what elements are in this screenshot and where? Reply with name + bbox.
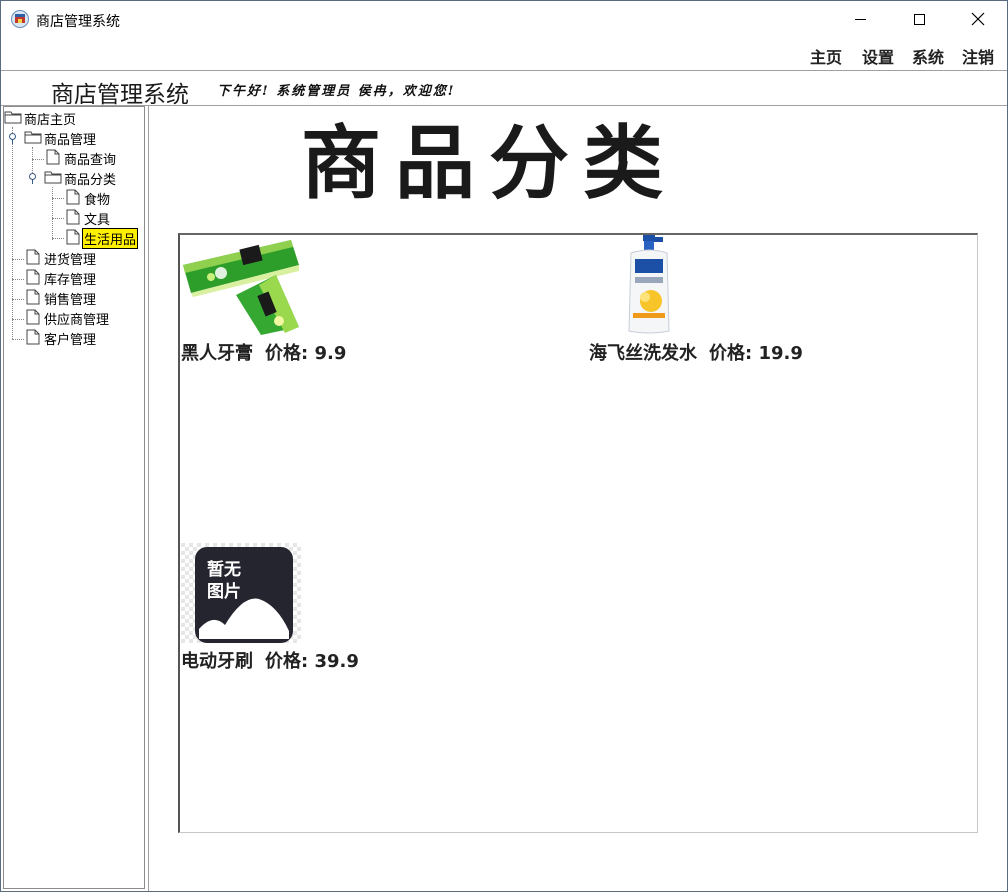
main-window: 商店管理系统 主页 设置 系统 注销 商店管理系统 下午好! 系统管理员 侯冉，…: [0, 0, 1008, 892]
document-icon: [26, 289, 40, 305]
product-card[interactable]: 海飞丝洗发水 价格: 19.9: [589, 235, 889, 365]
menu-settings[interactable]: 设置: [862, 44, 894, 68]
shampoo-bottle-image: [628, 235, 670, 334]
tree-guide-line: [12, 259, 24, 260]
category-page-title: 商品分类: [301, 116, 677, 210]
tree-guide-line: [12, 279, 24, 280]
close-button[interactable]: [949, 1, 1007, 37]
menu-system[interactable]: 系统: [912, 44, 944, 68]
product-name: 电动牙刷: [181, 651, 253, 672]
banner-title: 商店管理系统: [51, 82, 189, 108]
tree-node-sales-management[interactable]: 销售管理: [24, 288, 142, 308]
no-image-placeholder-icon: 暂无 图片: [181, 543, 301, 643]
product-price: 价格: 19.9: [709, 343, 803, 364]
product-caption: 黑人牙膏 价格: 9.9: [181, 339, 346, 365]
toothpaste-image: [183, 240, 299, 335]
document-icon: [66, 209, 80, 225]
window-title: 商店管理系统: [36, 14, 120, 30]
tree-node-label: 商品查询: [64, 153, 117, 168]
folder-open-icon: [24, 131, 42, 144]
greeting-text: 下午好! 系统管理员 侯冉，欢迎您!: [217, 84, 456, 99]
tree-node-label: 商品管理: [44, 133, 97, 148]
product-card[interactable]: 黑人牙膏 价格: 9.9: [181, 235, 481, 365]
tree-node-label: 客户管理: [44, 333, 97, 348]
tree-node-label: 供应商管理: [44, 313, 110, 328]
tree-node-goods-category[interactable]: 商品分类: [42, 168, 142, 188]
minimize-button[interactable]: [831, 1, 889, 37]
placeholder-text-line2: 图片: [207, 581, 241, 602]
product-name: 海飞丝洗发水: [589, 343, 697, 364]
tree-node-stock-management[interactable]: 库存管理: [24, 268, 142, 288]
shop-app-icon: [11, 10, 29, 28]
product-card[interactable]: 暂无 图片 电动牙刷 价格: 39.9: [181, 543, 481, 673]
document-icon: [26, 249, 40, 265]
document-icon: [26, 329, 40, 345]
tree-node-supplier-management[interactable]: 供应商管理: [24, 308, 142, 328]
tree-node-label: 商品分类: [64, 173, 117, 188]
product-caption: 电动牙刷 价格: 39.9: [181, 647, 359, 673]
placeholder-text-line1: 暂无: [207, 559, 241, 580]
tree-guide-line: [12, 299, 24, 300]
navigation-tree: 商店主页 商品管理 商品查询 商品分类 食物 文具 生活用品 进货管理 库存管理…: [3, 106, 145, 889]
tree-node-category-stationery[interactable]: 文具: [64, 208, 142, 228]
expand-toggle-stem: [32, 179, 33, 184]
menu-home[interactable]: 主页: [810, 44, 842, 68]
document-icon: [66, 189, 80, 205]
tree-guide-line: [52, 198, 64, 199]
title-bar: 商店管理系统: [1, 1, 1007, 37]
close-icon: [971, 12, 985, 26]
tree-node-label: 销售管理: [44, 293, 97, 308]
folder-open-icon: [44, 171, 62, 184]
tree-guide-line: [12, 127, 13, 339]
menu-logout[interactable]: 注销: [962, 44, 994, 68]
tree-node-label: 商店主页: [24, 113, 77, 128]
maximize-button[interactable]: [890, 1, 948, 37]
tree-guide-line: [52, 218, 64, 219]
product-caption: 海飞丝洗发水 价格: 19.9: [589, 339, 803, 365]
product-price: 价格: 9.9: [265, 343, 347, 364]
tree-guide-line: [52, 187, 53, 240]
tree-guide-line: [12, 319, 24, 320]
tree-node-label: 进货管理: [44, 253, 97, 268]
product-price: 价格: 39.9: [265, 651, 359, 672]
header-banner: 商店管理系统 下午好! 系统管理员 侯冉，欢迎您!: [1, 71, 1007, 108]
product-name: 黑人牙膏: [181, 343, 253, 364]
menu-bar: 主页 设置 系统 注销: [1, 37, 1007, 71]
tree-node-label: 文具: [84, 213, 111, 228]
tree-node-goods-management[interactable]: 商品管理: [22, 128, 142, 148]
document-icon: [46, 149, 60, 165]
document-icon: [26, 269, 40, 285]
tree-node-customer-management[interactable]: 客户管理: [24, 328, 142, 348]
document-icon: [26, 309, 40, 325]
tree-node-purchase-management[interactable]: 进货管理: [24, 248, 142, 268]
expand-toggle-stem: [12, 139, 13, 144]
tree-node-label: 库存管理: [44, 273, 97, 288]
tree-node-label: 食物: [84, 193, 111, 208]
tree-node-label: 生活用品: [82, 228, 139, 249]
tree-node-root[interactable]: 商店主页: [4, 108, 142, 128]
split-divider[interactable]: [148, 106, 149, 891]
folder-open-icon: [4, 111, 22, 124]
tree-node-goods-query[interactable]: 商品查询: [44, 148, 142, 168]
tree-node-category-daily-selected[interactable]: 生活用品: [64, 228, 142, 249]
document-icon: [66, 229, 80, 245]
tree-node-category-food[interactable]: 食物: [64, 188, 142, 208]
tree-guide-line: [32, 159, 44, 160]
tree-guide-line: [12, 339, 24, 340]
product-grid-panel: 黑人牙膏 价格: 9.9 海飞丝洗发水 价格: 19.9 暂无 图片 电动牙刷 …: [178, 233, 978, 833]
tree-guide-line: [52, 238, 64, 239]
